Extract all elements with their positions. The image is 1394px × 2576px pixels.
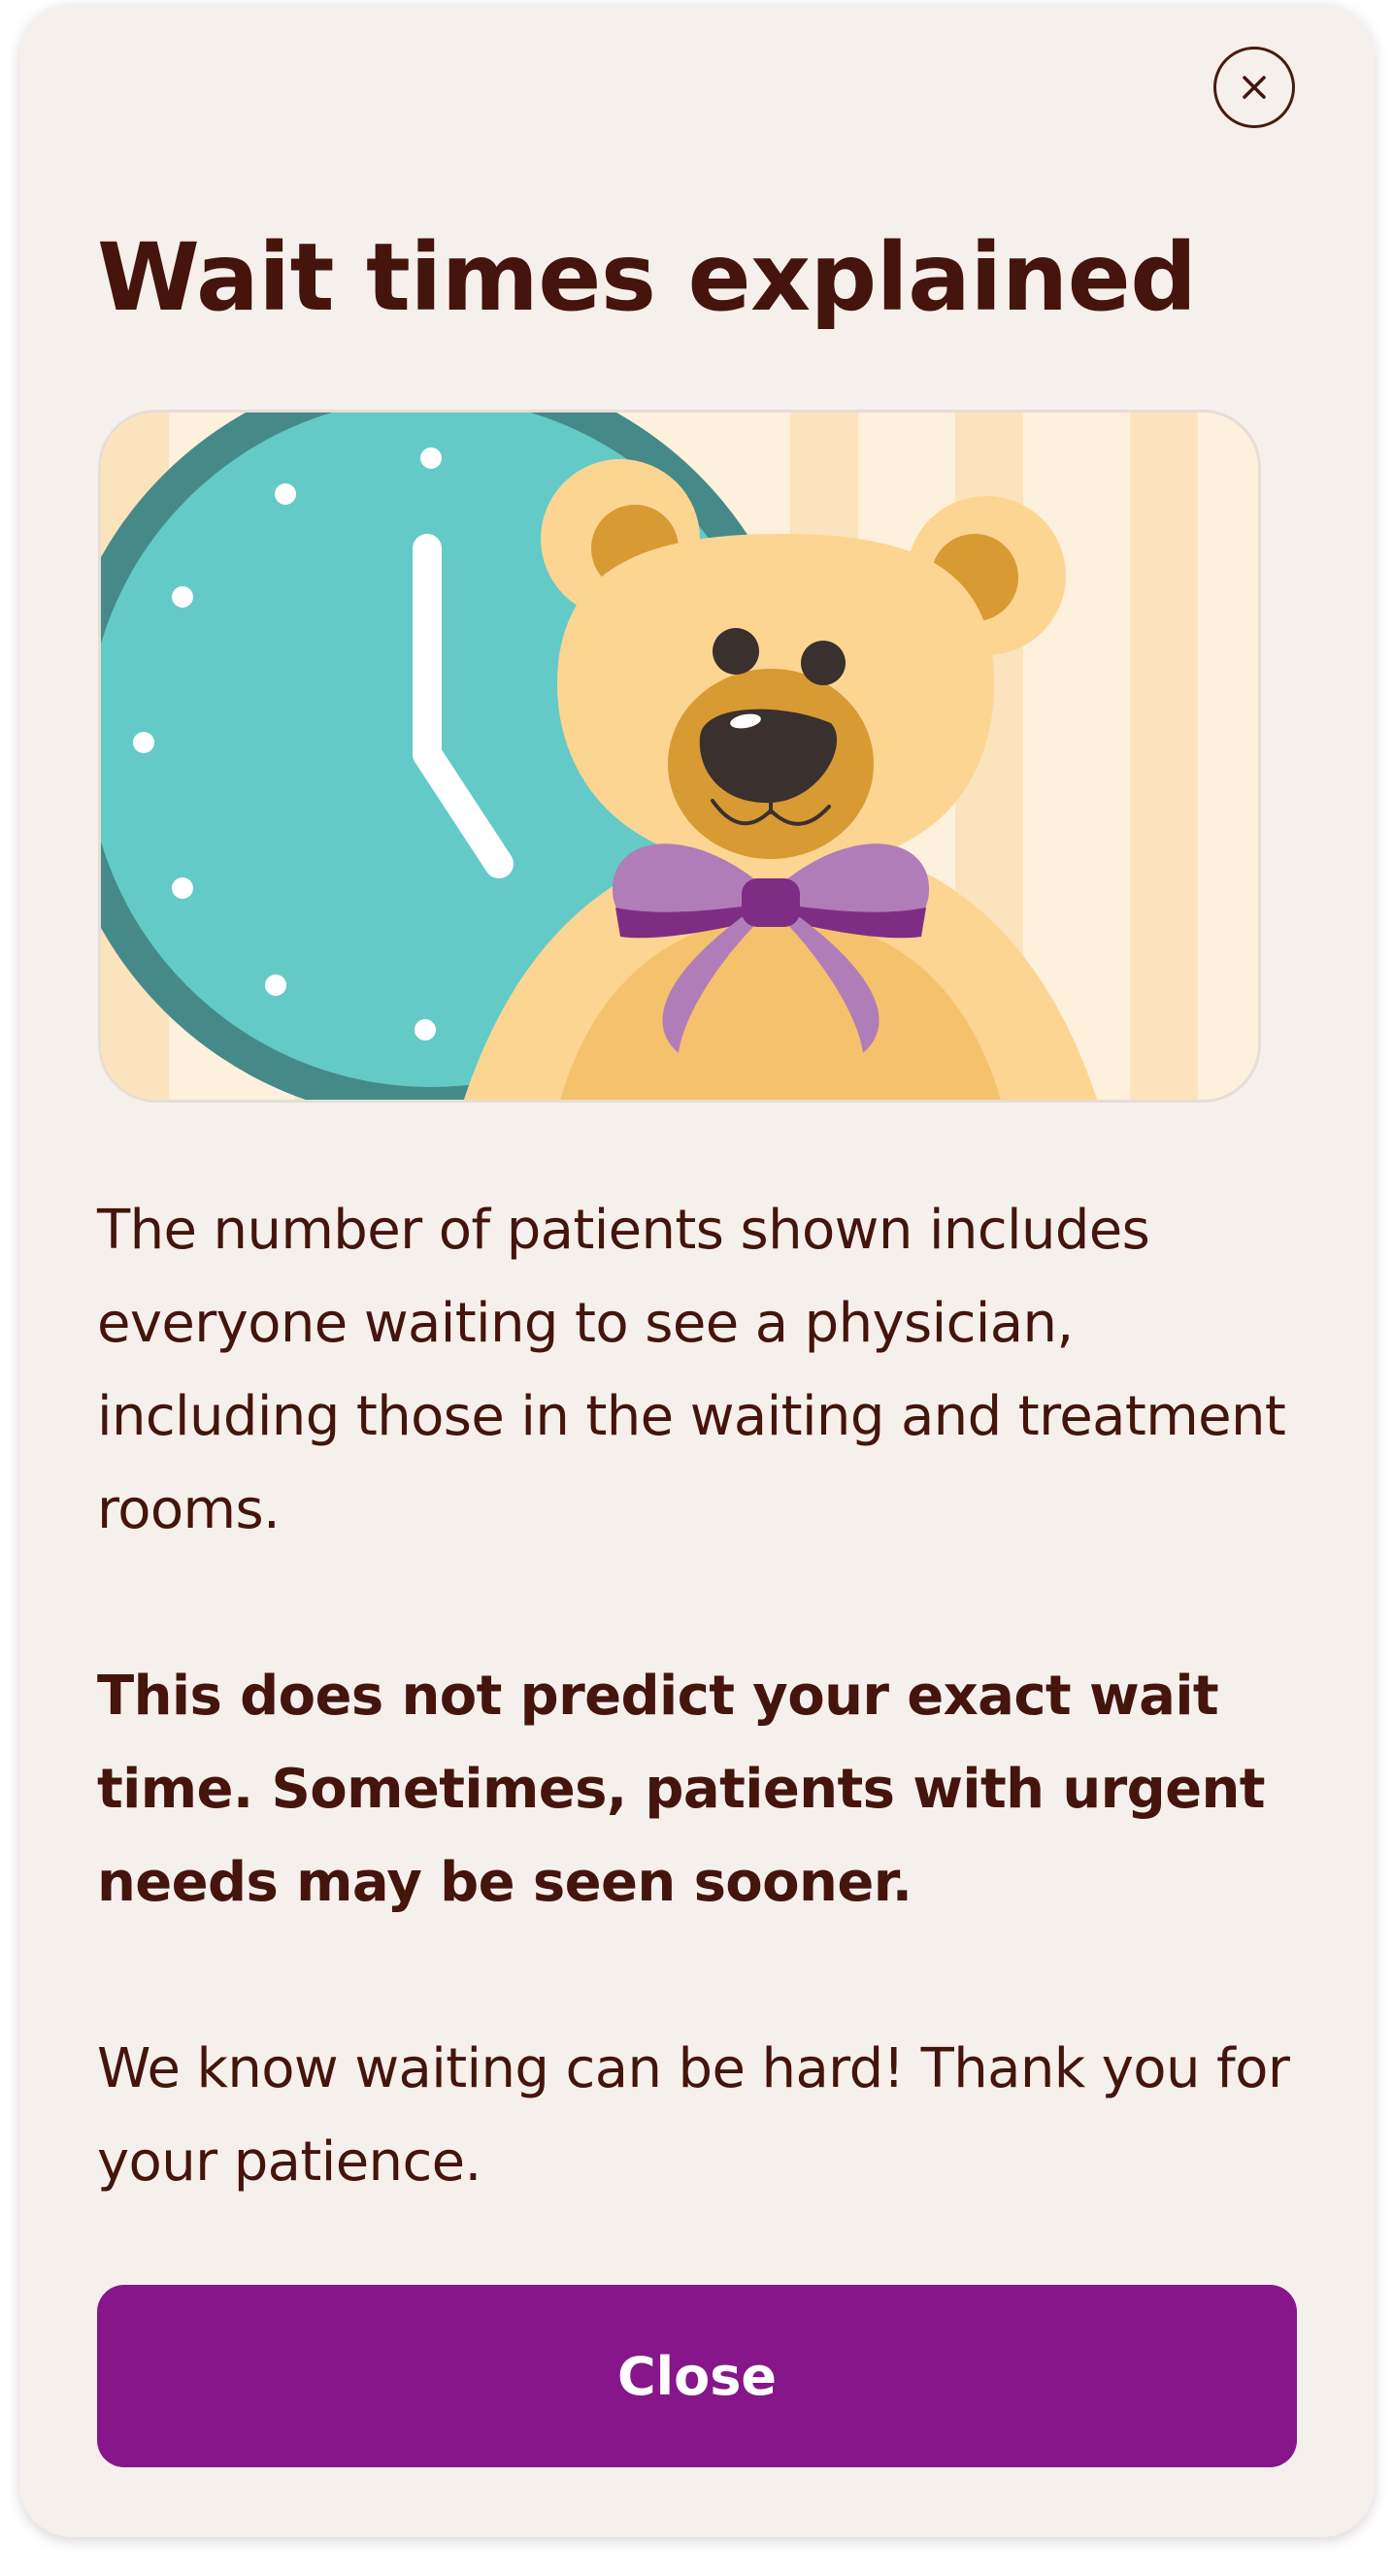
wait-count-explanation: The number of patients shown includes ev…: [97, 1199, 1286, 1541]
wait-time-disclaimer: This does not predict your exact wait ti…: [97, 1665, 1266, 1914]
thank-you-message: We know waiting can be hard! Thank you f…: [97, 2037, 1290, 2194]
close-button[interactable]: Close: [97, 2285, 1297, 2467]
x-icon: [1243, 76, 1266, 99]
close-icon[interactable]: [1213, 47, 1295, 128]
teddy-bear-clock-illustration: [98, 410, 1261, 1103]
wait-times-dialog: Wait times explained The number of patie…: [19, 4, 1375, 2537]
dialog-title: Wait times explained: [97, 223, 1197, 332]
